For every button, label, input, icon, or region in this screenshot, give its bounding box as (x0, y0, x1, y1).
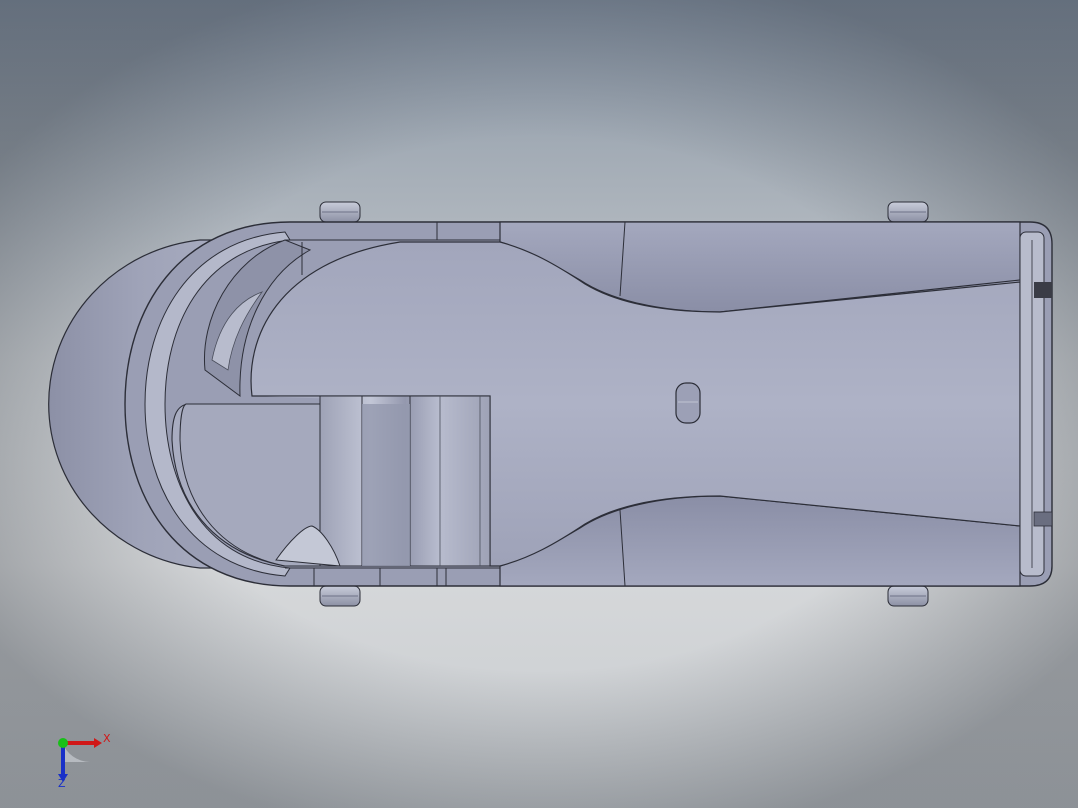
axle-roller[interactable] (319, 395, 491, 567)
bolt-top-left[interactable] (319, 201, 361, 223)
y-axis-dot (58, 738, 68, 748)
cad-model[interactable] (0, 0, 1078, 808)
bolt-bottom-right[interactable] (887, 585, 929, 607)
slot-hole[interactable] (675, 382, 701, 424)
bolt-top-right[interactable] (887, 201, 929, 223)
bolt-bottom-left[interactable] (319, 585, 361, 607)
triad-x-label: X (103, 732, 111, 745)
triad-z-label: Z (58, 777, 66, 790)
graphics-area[interactable]: X Z (0, 0, 1078, 808)
